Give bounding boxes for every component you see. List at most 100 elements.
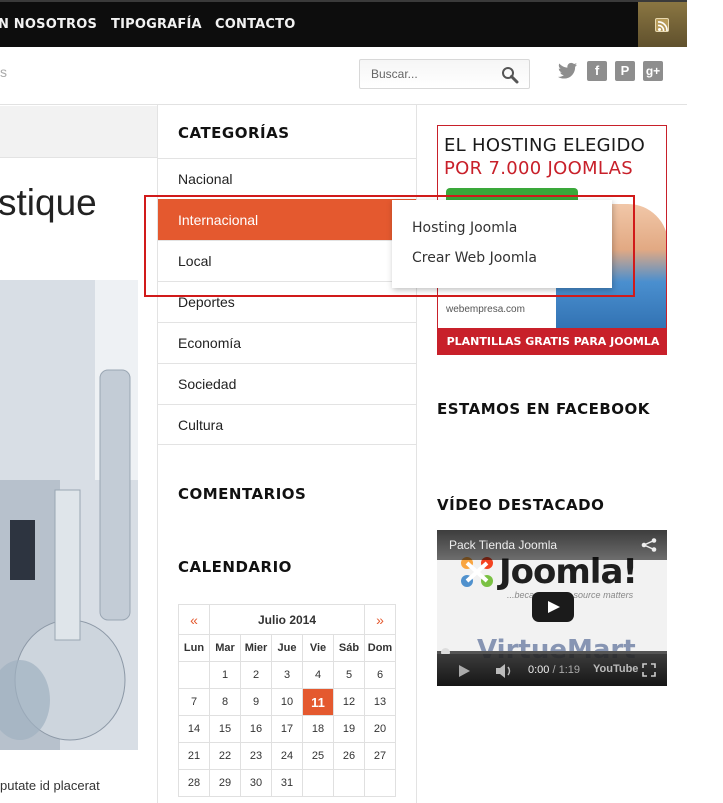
calendar-day bbox=[178, 661, 210, 689]
category-item-sociedad[interactable]: Sociedad bbox=[158, 363, 416, 404]
calendar-day[interactable]: 7 bbox=[178, 688, 210, 716]
article-image[interactable] bbox=[0, 280, 138, 750]
calendar-day[interactable]: 16 bbox=[240, 715, 272, 743]
calendar: « Julio 2014 » Lun Mar Mier Jue Vie Sáb … bbox=[178, 604, 396, 797]
calendar-day[interactable]: 17 bbox=[271, 715, 303, 743]
category-label: Cultura bbox=[178, 417, 224, 433]
category-item-cultura[interactable]: Cultura bbox=[158, 404, 416, 445]
ad-site: webempresa.com bbox=[446, 304, 525, 315]
calendar-day[interactable]: 31 bbox=[271, 769, 303, 797]
search-box[interactable] bbox=[359, 59, 530, 89]
share-icon[interactable] bbox=[641, 538, 657, 552]
submenu-item-hosting-joomla[interactable]: Hosting Joomla bbox=[412, 220, 517, 236]
category-label: Economía bbox=[178, 335, 242, 351]
category-item-local[interactable]: Local bbox=[158, 240, 416, 281]
play-icon bbox=[548, 601, 560, 613]
search-icon[interactable] bbox=[501, 66, 519, 84]
top-navigation: N NOSOTROS TIPOGRAFÍA CONTACTO bbox=[0, 0, 687, 49]
calendar-next-button[interactable]: » bbox=[364, 604, 396, 635]
lab-glassware-image bbox=[0, 280, 138, 750]
calendar-day[interactable]: 19 bbox=[333, 715, 365, 743]
pinterest-icon[interactable]: P bbox=[615, 61, 635, 81]
calendar-day[interactable]: 6 bbox=[364, 661, 396, 689]
rss-icon bbox=[655, 18, 669, 32]
calendar-day[interactable]: 25 bbox=[302, 742, 334, 770]
twitter-icon[interactable] bbox=[558, 61, 578, 81]
category-item-internacional[interactable]: Internacional bbox=[158, 199, 416, 240]
volume-icon[interactable] bbox=[495, 663, 515, 679]
nav-item-nosotros[interactable]: N NOSOTROS bbox=[0, 17, 97, 32]
calendar-day[interactable]: 18 bbox=[302, 715, 334, 743]
calendar-day[interactable]: 23 bbox=[240, 742, 272, 770]
video-time-total: / 1:19 bbox=[549, 664, 580, 676]
video-title-bar: Pack Tienda Joomla bbox=[437, 530, 667, 560]
play-control-icon[interactable] bbox=[457, 664, 471, 678]
submenu-item-crear-web-joomla[interactable]: Crear Web Joomla bbox=[412, 250, 537, 266]
article-snippet: putate id placerat bbox=[0, 778, 100, 793]
fullscreen-icon[interactable] bbox=[642, 663, 656, 677]
ad-line-2: POR 7.000 JOOMLAS bbox=[444, 158, 633, 179]
calendar-day[interactable]: 14 bbox=[178, 715, 210, 743]
video-time: 0:00 / 1:19 bbox=[528, 664, 580, 676]
googleplus-icon[interactable]: g+ bbox=[643, 61, 663, 81]
calendar-day[interactable]: 22 bbox=[209, 742, 241, 770]
calendar-day[interactable]: 4 bbox=[302, 661, 334, 689]
article-title[interactable]: stique bbox=[0, 182, 97, 224]
calendar-day[interactable]: 15 bbox=[209, 715, 241, 743]
ad-headline: EL HOSTING ELEGIDO POR 7.000 JOOMLAS bbox=[444, 134, 645, 180]
video-section-title: VÍDEO DESTACADO bbox=[437, 496, 605, 514]
calendar-day[interactable]: 30 bbox=[240, 769, 272, 797]
calendar-day[interactable]: 28 bbox=[178, 769, 210, 797]
calendar-day-today[interactable]: 11 bbox=[302, 688, 334, 716]
calendar-day[interactable]: 1 bbox=[209, 661, 241, 689]
breadcrumb-fragment: s bbox=[0, 64, 7, 80]
calendar-day bbox=[364, 769, 396, 797]
category-item-nacional[interactable]: Nacional bbox=[158, 158, 416, 199]
calendar-day[interactable]: 12 bbox=[333, 688, 365, 716]
categories-title: CATEGORÍAS bbox=[178, 124, 290, 142]
featured-video-player[interactable]: Joomla! ...because open source matters V… bbox=[437, 530, 667, 686]
search-input[interactable] bbox=[371, 67, 491, 81]
calendar-day[interactable]: 5 bbox=[333, 661, 365, 689]
youtube-logo[interactable]: YouTube bbox=[593, 663, 638, 675]
nav-item-contacto[interactable]: CONTACTO bbox=[215, 17, 295, 32]
calendar-day[interactable]: 27 bbox=[364, 742, 396, 770]
calendar-day bbox=[302, 769, 334, 797]
play-button[interactable] bbox=[532, 592, 574, 622]
calendar-day[interactable]: 20 bbox=[364, 715, 396, 743]
calendar-day-header: Dom bbox=[364, 634, 396, 662]
calendar-day-header: Mar bbox=[209, 634, 241, 662]
rss-button[interactable] bbox=[638, 2, 687, 49]
calendar-day[interactable]: 2 bbox=[240, 661, 272, 689]
category-item-deportes[interactable]: Deportes bbox=[158, 281, 416, 322]
category-label: Local bbox=[178, 253, 212, 269]
category-submenu: Hosting Joomla Crear Web Joomla bbox=[392, 200, 612, 288]
comments-title: COMENTARIOS bbox=[178, 485, 307, 503]
video-time-current: 0:00 bbox=[528, 664, 550, 676]
calendar-day bbox=[333, 769, 365, 797]
nav-item-tipografia[interactable]: TIPOGRAFÍA bbox=[111, 17, 202, 32]
video-title[interactable]: Pack Tienda Joomla bbox=[449, 538, 557, 552]
calendar-day[interactable]: 29 bbox=[209, 769, 241, 797]
category-label: Internacional bbox=[178, 212, 259, 228]
calendar-day-header: Vie bbox=[302, 634, 334, 662]
calendar-day-header: Mier bbox=[240, 634, 272, 662]
calendar-day-header: Jue bbox=[271, 634, 303, 662]
category-label: Nacional bbox=[178, 171, 233, 187]
calendar-day[interactable]: 3 bbox=[271, 661, 303, 689]
calendar-prev-button[interactable]: « bbox=[178, 604, 210, 635]
ad-footer: PLANTILLAS GRATIS PARA JOOMLA 2.5 bbox=[438, 328, 666, 354]
calendar-day[interactable]: 9 bbox=[240, 688, 272, 716]
calendar-day[interactable]: 26 bbox=[333, 742, 365, 770]
calendar-day[interactable]: 13 bbox=[364, 688, 396, 716]
facebook-title: ESTAMOS EN FACEBOOK bbox=[437, 400, 650, 418]
facebook-icon[interactable]: f bbox=[587, 61, 607, 81]
calendar-day[interactable]: 21 bbox=[178, 742, 210, 770]
calendar-day[interactable]: 8 bbox=[209, 688, 241, 716]
article-header-bar bbox=[0, 106, 157, 158]
category-item-economia[interactable]: Economía bbox=[158, 322, 416, 363]
calendar-day[interactable]: 10 bbox=[271, 688, 303, 716]
calendar-month: Julio 2014 bbox=[209, 604, 365, 635]
calendar-day[interactable]: 24 bbox=[271, 742, 303, 770]
calendar-day-header: Sáb bbox=[333, 634, 365, 662]
